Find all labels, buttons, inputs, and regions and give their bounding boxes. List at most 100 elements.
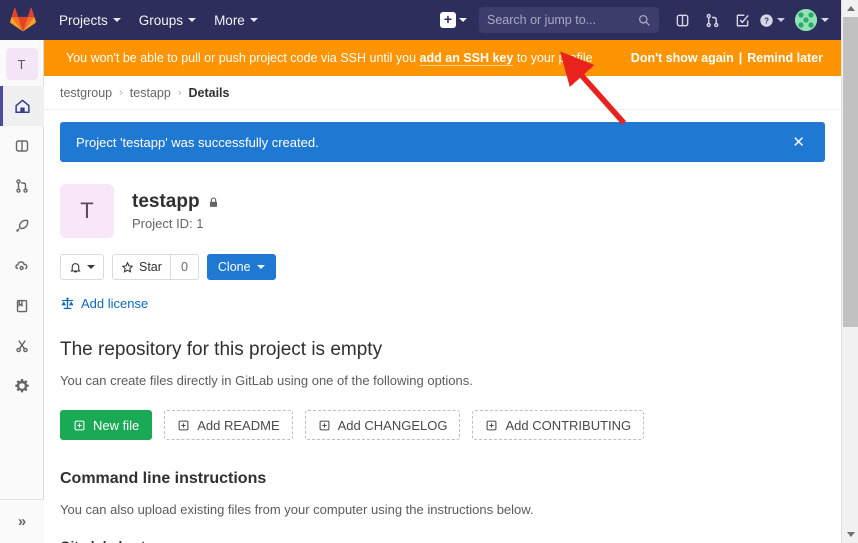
page-scrollbar[interactable] — [841, 0, 858, 543]
new-file-label: New file — [93, 417, 140, 433]
scissors-icon — [16, 340, 28, 353]
nav-item-projects[interactable]: Projects — [50, 0, 130, 40]
create-new-button[interactable]: + — [438, 0, 471, 40]
breadcrumb-separator-icon: › — [119, 86, 123, 99]
clone-label: Clone — [217, 260, 251, 274]
sidebar-item-settings[interactable] — [0, 366, 44, 406]
lock-icon — [207, 196, 220, 209]
sidebar-item-ci-cd[interactable] — [0, 206, 44, 246]
breadcrumb-item-details: Details — [188, 85, 230, 100]
avatar — [795, 9, 817, 31]
notification-settings-button[interactable] — [60, 254, 104, 280]
cli-instructions-title: Command line instructions — [60, 470, 267, 487]
breadcrumb-item-group[interactable]: testgroup — [60, 86, 112, 100]
success-flash-message: Project 'testapp' was successfully creat… — [60, 122, 825, 162]
chevron-down-icon — [112, 18, 121, 22]
add-readme-label: Add README — [197, 417, 280, 433]
ssh-alert-text-before: You won't be able to pull or push projec… — [66, 51, 420, 65]
chevron-down-icon — [256, 265, 265, 269]
chevron-down-icon — [249, 18, 258, 22]
add-file-icon — [177, 419, 190, 432]
user-menu[interactable] — [787, 0, 833, 40]
sidebar-item-snippets[interactable] — [0, 326, 44, 366]
home-icon — [14, 98, 30, 113]
issues-icon[interactable] — [667, 0, 697, 40]
project-action-buttons: Star 0 Clone — [60, 254, 825, 280]
sidebar-item-issues[interactable] — [0, 126, 44, 166]
help-icon[interactable]: ? — [757, 0, 787, 40]
star-count[interactable]: 0 — [170, 254, 199, 280]
dont-show-again-link[interactable]: Don't show again — [631, 51, 734, 65]
merge-request-icon — [16, 179, 28, 193]
scrollbar-thumb[interactable] — [843, 17, 858, 327]
content-inner: Project 'testapp' was successfully creat… — [44, 122, 841, 543]
sidebar-project-initial: T — [17, 56, 26, 72]
chevron-down-icon — [459, 18, 467, 22]
nav-item-groups-label: Groups — [138, 12, 184, 28]
chevron-down-icon — [87, 265, 95, 269]
project-meta: testapp Project ID: 1 — [132, 191, 220, 231]
add-license-link[interactable]: Add license — [60, 296, 825, 311]
new-file-button[interactable]: New file — [60, 410, 153, 440]
search-box[interactable] — [479, 7, 659, 33]
ssh-alert-text: You won't be able to pull or push projec… — [66, 51, 631, 66]
issues-icon — [15, 140, 29, 152]
scale-icon — [60, 296, 75, 311]
nav-item-more-label: More — [214, 12, 245, 28]
add-file-icon — [318, 419, 331, 432]
sidebar-item-project-overview[interactable] — [0, 86, 44, 126]
star-icon — [121, 261, 134, 274]
scrollbar-up-arrow-icon[interactable] — [842, 0, 858, 17]
empty-repo-buttons: New file Add README Add CHANGELOG Add CO… — [60, 410, 825, 440]
remind-later-link[interactable]: Remind later — [747, 51, 823, 65]
chevron-down-icon — [821, 18, 829, 22]
add-changelog-label: Add CHANGELOG — [337, 417, 448, 433]
scrollbar-track[interactable] — [842, 17, 858, 526]
page-title: testapp — [132, 191, 220, 213]
chevron-double-right-icon: » — [17, 513, 27, 530]
chevron-down-icon — [777, 18, 785, 22]
project-sidebar: T » — [0, 40, 44, 543]
nav-item-more[interactable]: More — [205, 0, 267, 40]
sidebar-item-wiki[interactable] — [0, 286, 44, 326]
add-ssh-key-link[interactable]: add an SSH key — [419, 51, 514, 66]
search-input[interactable] — [487, 13, 638, 27]
add-license-label: Add license — [81, 296, 149, 311]
gear-icon — [15, 379, 29, 393]
project-avatar-initial: T — [80, 198, 94, 223]
browser-viewport: Projects Groups More + Search or jump to… — [0, 0, 858, 543]
add-readme-button[interactable]: Add README — [164, 410, 293, 440]
nav-item-projects-label: Projects — [59, 12, 108, 28]
empty-repo-subtitle: You can create files directly in GitLab … — [60, 373, 473, 388]
merge-requests-icon[interactable] — [697, 0, 727, 40]
star-button-group: Star 0 — [112, 254, 199, 280]
top-navigation-bar: Projects Groups More + Search or jump to… — [0, 0, 841, 40]
project-name: testapp — [132, 191, 200, 212]
sidebar-item-merge-requests[interactable] — [0, 166, 44, 206]
ssh-key-alert-banner: You won't be able to pull or push projec… — [44, 40, 841, 76]
nav-item-groups[interactable]: Groups — [130, 0, 205, 40]
sidebar-project-avatar[interactable]: T — [5, 48, 38, 80]
svg-text:?: ? — [764, 16, 769, 25]
star-button[interactable]: Star — [112, 254, 171, 280]
new-file-icon — [73, 419, 86, 432]
project-id-label: Project ID: 1 — [132, 216, 204, 231]
ssh-alert-text-after: to your profile — [513, 51, 593, 65]
main-content: testgroup › testapp › Details Project 't… — [44, 76, 841, 543]
clone-button[interactable]: Clone — [206, 254, 276, 280]
rocket-icon — [16, 219, 29, 232]
close-icon[interactable]: ✕ — [788, 133, 809, 151]
add-contributing-label: Add CONTRIBUTING — [505, 417, 632, 433]
add-changelog-button[interactable]: Add CHANGELOG — [304, 410, 461, 440]
sidebar-collapse-button[interactable]: » — [0, 499, 44, 543]
project-avatar: T — [60, 184, 114, 238]
breadcrumb-item-project[interactable]: testapp — [130, 86, 171, 100]
scrollbar-down-arrow-icon[interactable] — [842, 526, 858, 543]
bell-icon — [69, 261, 82, 274]
todos-icon[interactable] — [727, 0, 757, 40]
sidebar-item-deployments[interactable] — [0, 246, 44, 286]
add-contributing-button[interactable]: Add CONTRIBUTING — [472, 410, 645, 440]
gitlab-logo-icon[interactable] — [10, 7, 36, 33]
breadcrumb-separator-icon: › — [177, 86, 182, 99]
plus-square-icon: + — [440, 12, 456, 28]
